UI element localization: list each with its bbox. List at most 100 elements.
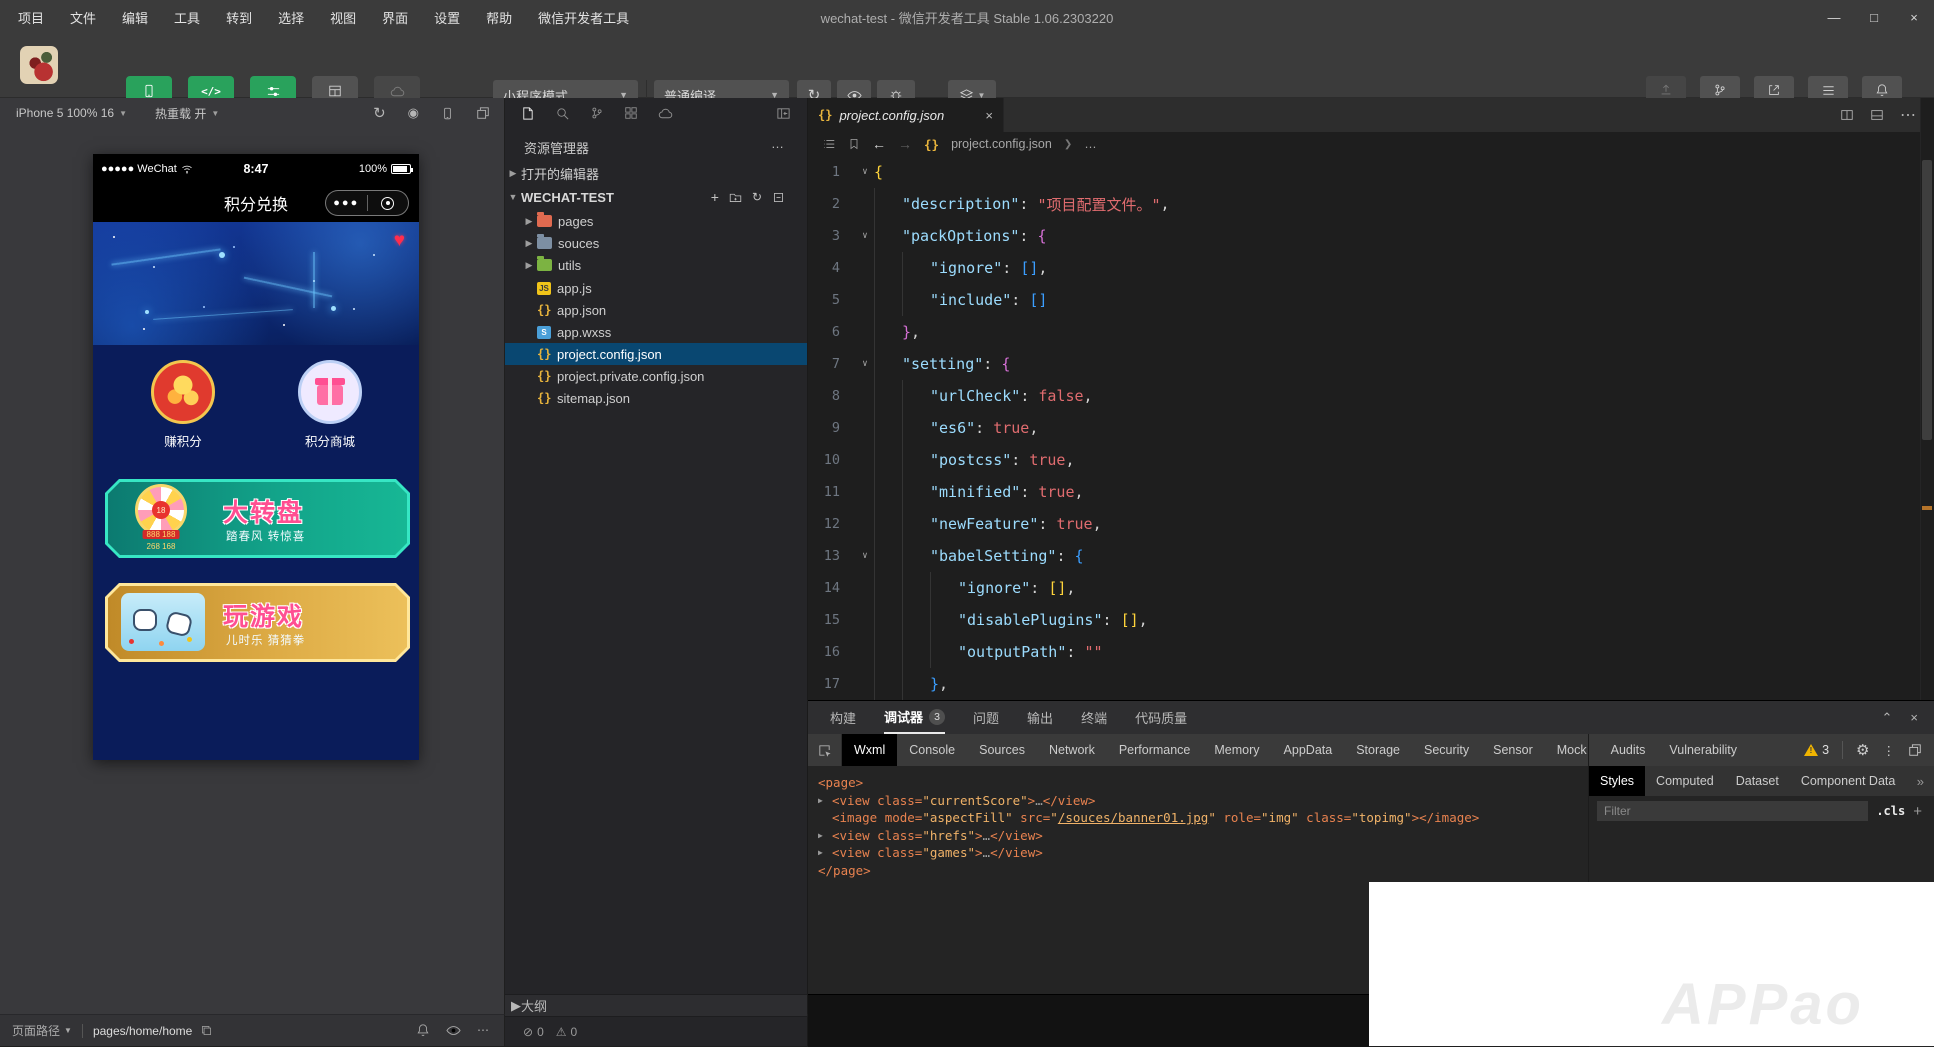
scrollbar-thumb[interactable]	[1922, 160, 1932, 440]
warnings-count[interactable]: ⚠0	[556, 1025, 577, 1039]
devtools-tab-sensor[interactable]: Sensor	[1481, 734, 1545, 766]
close-button[interactable]: ×	[1894, 0, 1934, 34]
inspect-element-icon[interactable]	[808, 734, 842, 766]
minimize-button[interactable]: —	[1814, 0, 1854, 34]
tab-build[interactable]: 构建	[830, 701, 856, 734]
devtools-tab-network[interactable]: Network	[1037, 734, 1107, 766]
record-icon[interactable]: ◉	[408, 105, 419, 121]
menu-devtools[interactable]: 微信开发者工具	[538, 8, 629, 27]
file-app-json[interactable]: {} app.json	[505, 299, 807, 321]
bookmark-icon[interactable]	[848, 138, 860, 150]
tab-computed[interactable]: Computed	[1645, 766, 1725, 796]
hot-reload-toggle[interactable]: 热重载 开▼	[127, 105, 219, 122]
tab-styles[interactable]: Styles	[1589, 766, 1645, 796]
tab-code-quality[interactable]: 代码质量	[1135, 701, 1187, 734]
outline-section[interactable]: ▶ 大纲	[505, 994, 807, 1016]
heart-icon[interactable]: ♥	[394, 230, 405, 252]
tab-project-config-json[interactable]: {} project.config.json ×	[808, 98, 1004, 132]
style-filter-input[interactable]	[1597, 801, 1868, 821]
new-file-icon[interactable]: +	[711, 189, 719, 205]
new-rule-button[interactable]: +	[1913, 803, 1926, 820]
scrollbar[interactable]	[1920, 98, 1934, 700]
folder-utils[interactable]: ▶ utils	[505, 254, 807, 276]
menu-project[interactable]: 项目	[18, 8, 44, 27]
devtools-tab-sources[interactable]: Sources	[967, 734, 1037, 766]
file-project-private-config-json[interactable]: {} project.private.config.json	[505, 365, 807, 387]
project-root-item[interactable]: ▼ WECHAT-TEST + ↻	[505, 186, 807, 208]
devtools-tab-security[interactable]: Security	[1412, 734, 1481, 766]
maximize-button[interactable]: □	[1854, 0, 1894, 34]
avatar[interactable]	[20, 46, 58, 84]
more-icon[interactable]: …	[771, 136, 785, 151]
more-icon[interactable]: ⋯	[477, 1023, 490, 1038]
earn-points-shortcut[interactable]: 赚积分	[151, 360, 215, 450]
menu-settings[interactable]: 设置	[434, 8, 460, 27]
menu-select[interactable]: 选择	[278, 8, 304, 27]
copy-icon[interactable]	[200, 1024, 213, 1037]
devtools-tab-wxml[interactable]: Wxml	[842, 734, 897, 766]
back-icon[interactable]: ←	[872, 136, 886, 152]
breadcrumb-file[interactable]: project.config.json	[951, 137, 1052, 151]
tab-debugger[interactable]: 调试器 3	[884, 701, 945, 734]
source-control-icon[interactable]	[590, 106, 604, 120]
toggle-class-button[interactable]: .cls	[1876, 804, 1905, 818]
file-app-js[interactable]: JS app.js	[505, 277, 807, 299]
file-project-config-json[interactable]: {} project.config.json	[505, 343, 807, 365]
tab-component-data[interactable]: Component Data	[1790, 766, 1907, 796]
extensions-icon[interactable]	[624, 106, 638, 120]
multi-window-icon[interactable]	[476, 106, 490, 120]
menu-edit[interactable]: 编辑	[122, 8, 148, 27]
errors-count[interactable]: ⊘0	[523, 1025, 544, 1039]
search-icon[interactable]	[555, 106, 570, 121]
devtools-tab-performance[interactable]: Performance	[1107, 734, 1203, 766]
more-menu-button[interactable]: ●●●	[326, 197, 367, 209]
folder-pages[interactable]: ▶ pages	[505, 210, 807, 232]
devtools-tab-appdata[interactable]: AppData	[1272, 734, 1345, 766]
tab-dataset[interactable]: Dataset	[1725, 766, 1790, 796]
code-area[interactable]: 1∨{ 2"description": "项目配置文件。", 3∨"packOp…	[808, 156, 1918, 700]
files-icon[interactable]	[520, 106, 535, 121]
menu-file[interactable]: 文件	[70, 8, 96, 27]
page-path-selector[interactable]: 页面路径 ▼	[0, 1022, 72, 1039]
devtools-tab-storage[interactable]: Storage	[1344, 734, 1412, 766]
collapse-all-icon[interactable]	[772, 191, 785, 204]
device-icon[interactable]	[441, 107, 454, 120]
file-app-wxss[interactable]: S app.wxss	[505, 321, 807, 343]
close-panel-icon[interactable]: ×	[1910, 710, 1918, 726]
toggle-panel-icon[interactable]	[1870, 108, 1884, 122]
close-tab-icon[interactable]: ×	[985, 108, 993, 123]
tab-output[interactable]: 输出	[1027, 701, 1053, 734]
devtools-tab-console[interactable]: Console	[897, 734, 967, 766]
devtools-tab-memory[interactable]: Memory	[1202, 734, 1271, 766]
menu-goto[interactable]: 转到	[226, 8, 252, 27]
close-capsule-button[interactable]	[368, 197, 409, 210]
lucky-wheel-banner[interactable]: 18 888 188 268 168 大转盘 踏春风 转惊喜	[105, 479, 410, 558]
cloud-icon[interactable]	[658, 106, 673, 121]
forward-icon[interactable]: →	[898, 136, 912, 152]
tab-problems[interactable]: 问题	[973, 701, 999, 734]
more-icon[interactable]: ⋯	[1900, 105, 1916, 125]
refresh-icon[interactable]: ↻	[373, 104, 386, 122]
open-editors-section[interactable]: ▶ 打开的编辑器	[505, 162, 807, 184]
play-game-banner[interactable]: 玩游戏 儿时乐 猜猜拳	[105, 583, 410, 662]
new-folder-icon[interactable]	[729, 191, 742, 204]
file-sitemap-json[interactable]: {} sitemap.json	[505, 387, 807, 409]
menu-tools[interactable]: 工具	[174, 8, 200, 27]
top-banner-image[interactable]: ♥	[93, 222, 419, 345]
split-editor-icon[interactable]	[1840, 108, 1854, 122]
tab-terminal[interactable]: 终端	[1081, 701, 1107, 734]
more-tabs-icon[interactable]: »	[1917, 774, 1934, 789]
outline-icon[interactable]	[822, 137, 836, 151]
points-mall-shortcut[interactable]: 积分商城	[298, 360, 362, 450]
refresh-icon[interactable]: ↻	[752, 190, 762, 204]
device-selector[interactable]: iPhone 5 100% 16▼	[0, 106, 127, 120]
breadcrumb-more[interactable]: …	[1084, 137, 1097, 151]
menu-view[interactable]: 视图	[330, 8, 356, 27]
collapse-sidebar-icon[interactable]	[776, 106, 791, 121]
chevron-up-icon[interactable]: ⌃	[1882, 710, 1893, 726]
eye-icon[interactable]	[446, 1023, 461, 1038]
menu-help[interactable]: 帮助	[486, 8, 512, 27]
menu-interface[interactable]: 界面	[382, 8, 408, 27]
folder-souces[interactable]: ▶ souces	[505, 232, 807, 254]
notification-icon[interactable]	[416, 1023, 430, 1038]
